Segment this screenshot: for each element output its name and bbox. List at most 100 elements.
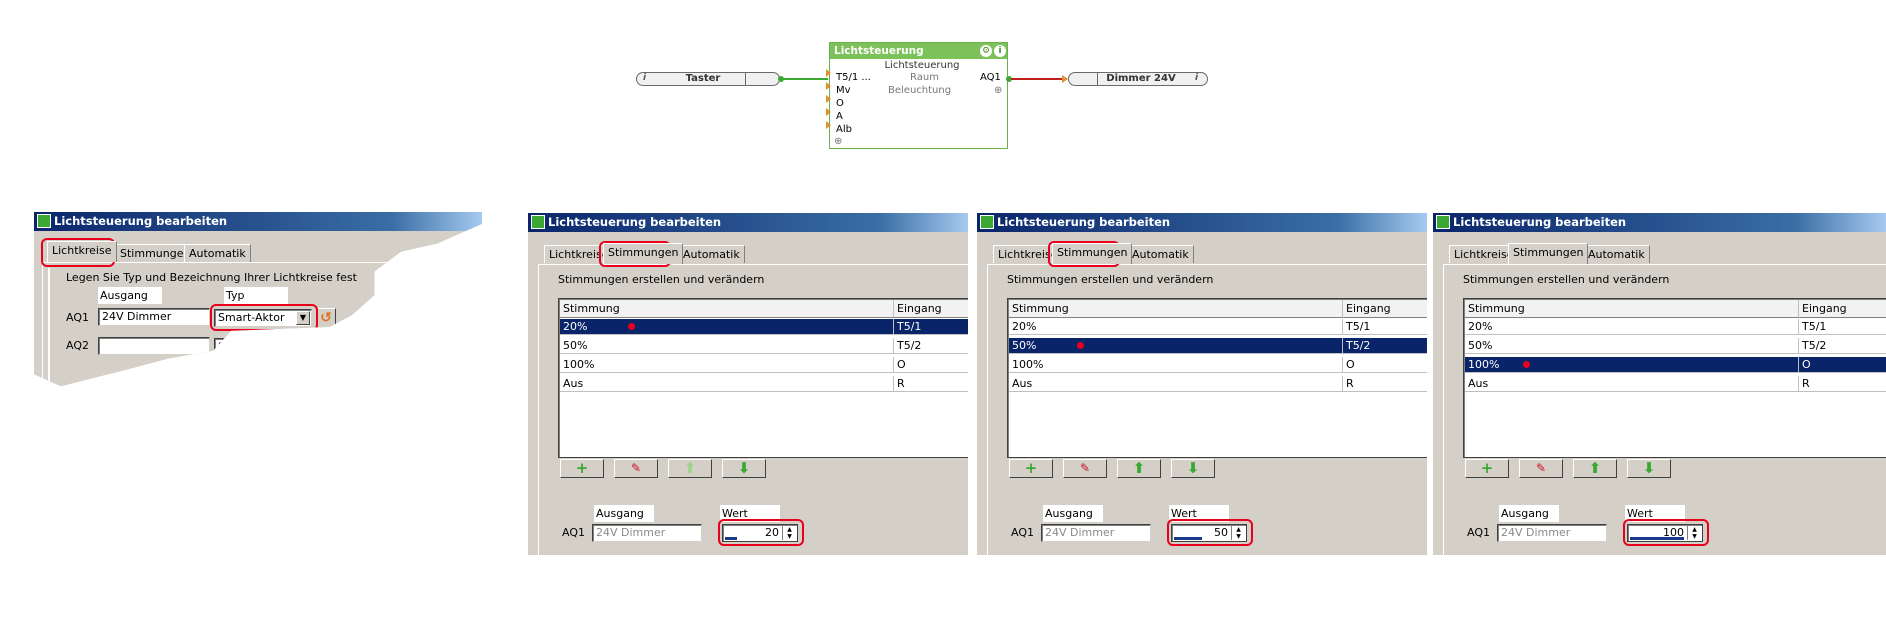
cell-stimmung[interactable]: Aus [1465, 376, 1799, 392]
wert-spinner[interactable]: 100 ▲ ▼ [1627, 524, 1703, 542]
add-input-icon[interactable]: ⊕ [834, 136, 842, 148]
cell-eingang[interactable]: T5/1 [894, 319, 968, 335]
tab-stimmungen[interactable]: Stimmungen [603, 243, 684, 264]
lichtsteuerung-block[interactable]: Lichtsteuerung ⚙ i Lichtsteuerung T5/1 .… [826, 42, 1008, 149]
lichtkreise-description: Legen Sie Typ und Bezeichnung Ihrer Lich… [66, 271, 357, 284]
aq2-reset-button[interactable]: ↺ [316, 338, 336, 360]
inner-border [48, 268, 50, 387]
settings-icon[interactable]: ⚙ [980, 45, 992, 57]
cell-stimmung[interactable]: 50% [1009, 338, 1343, 354]
cell-eingang[interactable]: R [1799, 376, 1886, 392]
spinner-arrows-icon[interactable]: ▲ ▼ [1687, 526, 1701, 540]
cell-eingang[interactable]: T5/1 [1343, 319, 1427, 335]
cell-stimmung[interactable]: 100% [1009, 357, 1343, 373]
move-up-button[interactable]: ⬆ [1573, 459, 1617, 478]
cell-eingang[interactable]: T5/2 [1343, 338, 1427, 354]
cell-eingang[interactable]: O [1799, 357, 1886, 373]
block-input-4: A [836, 111, 843, 122]
move-down-button[interactable]: ⬇ [1627, 459, 1671, 478]
cell-stimmung[interactable]: Aus [560, 376, 894, 392]
tab-automatik[interactable]: Automatik [1127, 245, 1194, 263]
col-stimmung[interactable]: Stimmung [1009, 300, 1343, 318]
cell-stimmung[interactable]: 20% [560, 319, 894, 335]
cell-eingang[interactable]: T5/2 [1799, 338, 1886, 354]
block-title: Lichtsteuerung [834, 45, 924, 57]
add-button[interactable]: + [560, 459, 604, 478]
tab-stimmungen[interactable]: Stimmungen [1508, 243, 1589, 264]
app-icon [1436, 215, 1450, 229]
wert-value: 50 [1214, 526, 1228, 539]
ausgang-header: Ausgang [594, 505, 654, 522]
tab-automatik[interactable]: Automatik [1583, 245, 1650, 263]
cell-eingang[interactable]: R [1343, 376, 1427, 392]
block-raum: Raum [910, 72, 939, 83]
wert-header: Wert [720, 505, 780, 522]
block-input-2: Mv [836, 85, 851, 96]
cell-eingang[interactable]: T5/2 [894, 338, 968, 354]
cell-stimmung[interactable]: Aus [1009, 376, 1343, 392]
spinner-arrows-icon[interactable]: ▲ ▼ [782, 526, 796, 540]
col-stimmung[interactable]: Stimmung [1465, 300, 1799, 318]
cell-stimmung[interactable]: 100% [560, 357, 894, 373]
add-button[interactable]: + [1009, 459, 1053, 478]
col-stimmung[interactable]: Stimmung [560, 300, 894, 318]
cell-stimmung[interactable]: 20% [1465, 319, 1799, 335]
aq2-type-select[interactable]: Schalter ▼ [214, 338, 312, 356]
move-up-button[interactable]: ⬆ [668, 459, 712, 478]
dialog-lichtkreise: Lichtsteuerung bearbeiten Lichtkreise St… [34, 212, 482, 387]
tab-stimmungen[interactable]: Stimmungen [1052, 243, 1133, 264]
dialog-stimmungen-20: Lichtsteuerung bearbeiten Lichtkreise St… [528, 213, 968, 555]
cell-stimmung[interactable]: 50% [1465, 338, 1799, 354]
add-output-icon[interactable]: ⊕ [994, 85, 1002, 97]
chevron-down-icon[interactable]: ▼ [296, 340, 310, 354]
wert-header: Wert [1625, 505, 1685, 522]
dimmer-block[interactable]: Dimmer 24V i [1068, 72, 1208, 86]
ausgang-header: Ausgang [1499, 505, 1559, 522]
aq1-type-select[interactable]: Smart-Aktor ▼ [214, 309, 312, 327]
move-up-button[interactable]: ⬆ [1117, 459, 1161, 478]
delete-button[interactable]: ✎ [614, 459, 658, 478]
cell-eingang[interactable]: R [894, 376, 968, 392]
wert-level-bar [1174, 537, 1202, 540]
col-eingang[interactable]: Eingang [1343, 300, 1427, 318]
spinner-arrows-icon[interactable]: ▲ ▼ [1231, 526, 1245, 540]
aq2-name-field[interactable] [98, 337, 210, 355]
aq1-reset-button[interactable]: ↺ [316, 308, 336, 330]
aq1-label: AQ1 [562, 526, 585, 539]
tab-automatik[interactable]: Automatik [184, 244, 251, 262]
block-name: Lichtsteuerung [884, 60, 960, 71]
aq1-name-field[interactable]: 24V Dimmer [98, 308, 210, 326]
taster-label: Taster [685, 73, 721, 84]
wert-spinner[interactable]: 20 ▲ ▼ [722, 524, 798, 542]
stimmungen-grid: Stimmung Eingang 20% T5/1 50% T5/2 100% … [1007, 298, 1427, 458]
col-eingang[interactable]: Eingang [1799, 300, 1886, 318]
col-eingang[interactable]: Eingang [894, 300, 968, 318]
cell-stimmung[interactable]: 20% [1009, 319, 1343, 335]
wert-header: Wert [1169, 505, 1229, 522]
move-down-button[interactable]: ⬇ [1171, 459, 1215, 478]
cell-eingang[interactable]: O [1343, 357, 1427, 373]
cell-stimmung[interactable]: 100% [1465, 357, 1799, 373]
cell-stimmung[interactable]: 50% [560, 338, 894, 354]
dialog-titlebar: Lichtsteuerung bearbeiten [977, 213, 1427, 232]
tab-lichtkreise[interactable]: Lichtkreise [47, 241, 117, 262]
chevron-down-icon[interactable]: ▼ [296, 311, 310, 325]
delete-button[interactable]: ✎ [1063, 459, 1107, 478]
delete-button[interactable]: ✎ [1519, 459, 1563, 478]
app-icon [531, 215, 545, 229]
info-icon[interactable]: i [994, 45, 1006, 57]
wert-level-bar [1630, 537, 1684, 540]
move-down-button[interactable]: ⬇ [722, 459, 766, 478]
tab-automatik[interactable]: Automatik [678, 245, 745, 263]
taster-block[interactable]: i Taster [636, 72, 780, 86]
block-header: Lichtsteuerung ⚙ i [830, 43, 1007, 59]
wire-taster-to-block [782, 78, 828, 80]
add-button[interactable]: + [1465, 459, 1509, 478]
stimmungen-grid: Stimmung Eingang 20% T5/1 50% T5/2 100% … [558, 298, 968, 458]
block-input-3: O [836, 98, 844, 109]
marker-dot [628, 323, 635, 330]
cell-eingang[interactable]: O [894, 357, 968, 373]
cell-eingang[interactable]: T5/1 [1799, 319, 1886, 335]
wert-spinner[interactable]: 50 ▲ ▼ [1171, 524, 1247, 542]
aq1-label: AQ1 [1011, 526, 1034, 539]
